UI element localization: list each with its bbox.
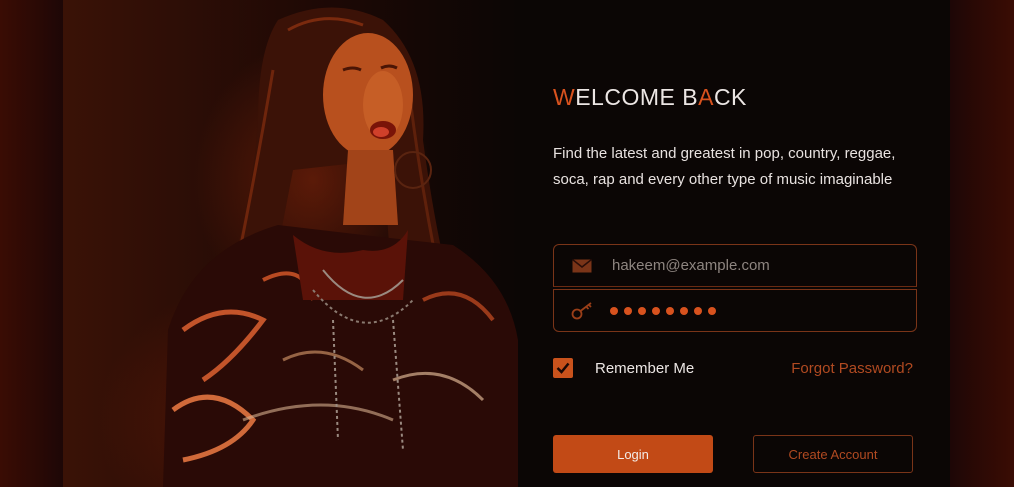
hero-photo-illustration <box>163 7 518 487</box>
create-account-button[interactable]: Create Account <box>753 435 913 473</box>
title-letter-w: W <box>553 84 576 110</box>
welcome-title: WELCOME BACK <box>553 84 747 111</box>
password-dot <box>666 306 674 315</box>
checkmark-icon <box>556 362 570 374</box>
envelope-icon <box>554 258 610 273</box>
email-field[interactable] <box>553 244 917 287</box>
email-input[interactable] <box>610 256 916 275</box>
title-part-1: ELCOME B <box>575 84 699 110</box>
password-dot <box>680 306 688 315</box>
login-panel: WELCOME BACK Find the latest and greates… <box>553 0 950 487</box>
title-part-2: CK <box>713 84 747 110</box>
left-backdrop <box>0 0 63 487</box>
password-dot <box>652 306 660 315</box>
password-dot <box>624 306 632 315</box>
password-dot <box>638 306 646 315</box>
password-field[interactable] <box>553 289 917 332</box>
title-letter-a: A <box>698 84 714 110</box>
password-input[interactable] <box>610 306 916 315</box>
password-dot <box>610 306 618 315</box>
right-backdrop <box>950 0 1014 487</box>
key-icon <box>554 301 610 320</box>
forgot-password-link[interactable]: Forgot Password? <box>791 360 913 377</box>
welcome-description: Find the latest and greatest in pop, cou… <box>553 145 896 188</box>
remember-label: Remember Me <box>595 359 695 377</box>
remember-checkbox[interactable] <box>553 358 573 378</box>
login-button[interactable]: Login <box>553 435 713 473</box>
password-dot <box>708 306 716 315</box>
login-card: WELCOME BACK Find the latest and greates… <box>63 0 950 487</box>
hero-photo <box>63 0 518 487</box>
remember-me[interactable]: Remember Me <box>553 358 694 378</box>
password-dot <box>694 306 702 315</box>
